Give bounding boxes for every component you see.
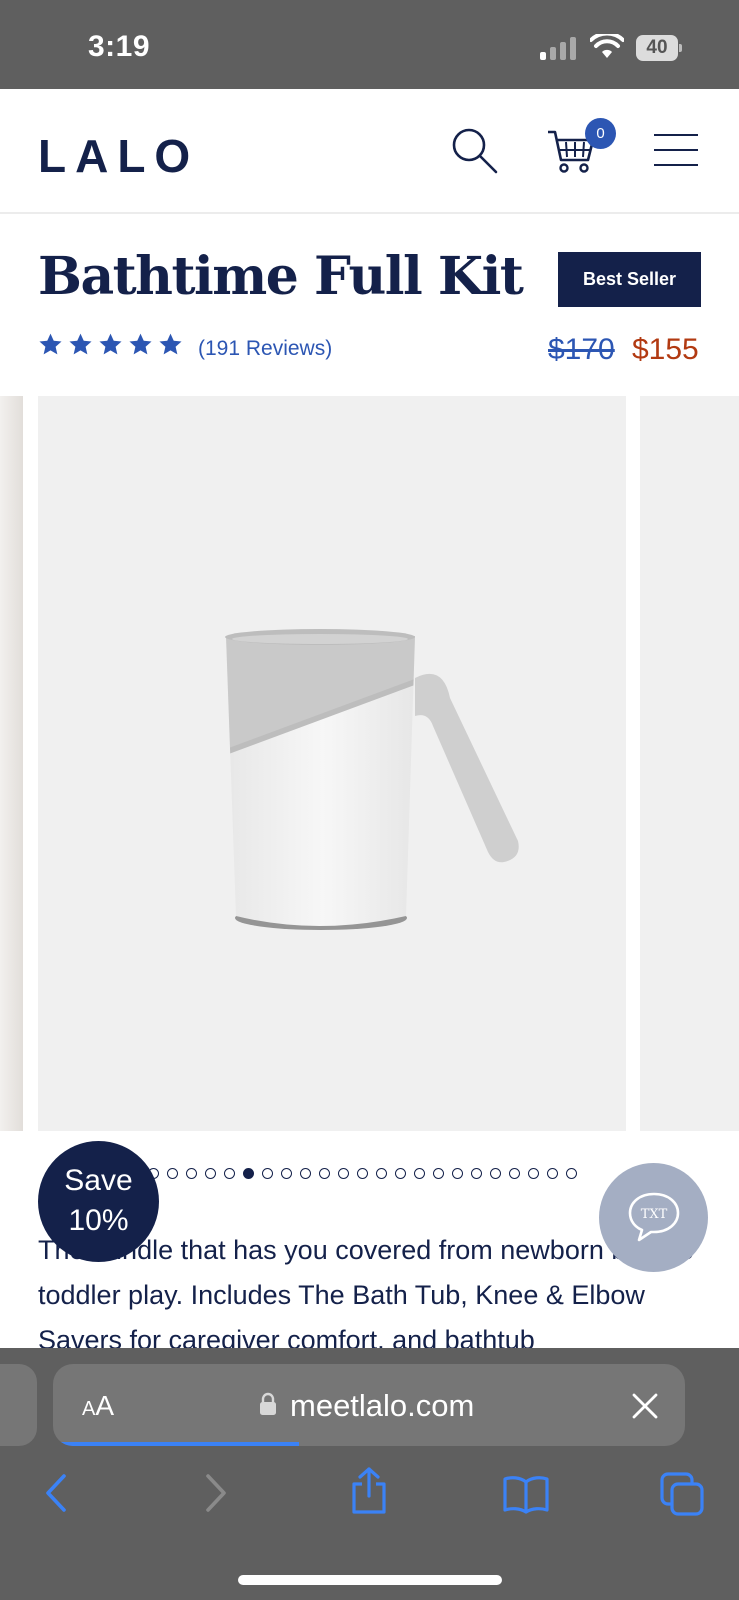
pagination-dot[interactable] <box>414 1168 425 1179</box>
previous-tab-preview[interactable] <box>0 1364 37 1446</box>
save-promo-badge[interactable]: Save 10% <box>38 1141 159 1262</box>
status-time: 3:19 <box>88 30 151 63</box>
save-promo-line1: Save <box>64 1164 133 1197</box>
url-text: meetlalo.com <box>290 1388 475 1423</box>
reader-options-button[interactable]: AA <box>82 1390 114 1422</box>
pagination-dot[interactable] <box>338 1168 349 1179</box>
pagination-dot[interactable] <box>395 1168 406 1179</box>
lalo-logo[interactable]: LALO <box>38 129 199 183</box>
star-icon <box>39 333 62 355</box>
pagination-dot[interactable] <box>319 1168 330 1179</box>
forward-chevron-icon[interactable] <box>200 1472 230 1514</box>
product-title: Bathtime Full Kit <box>38 246 524 307</box>
pagination-dot[interactable] <box>262 1168 273 1179</box>
star-icon <box>99 333 122 355</box>
close-icon[interactable] <box>631 1392 659 1420</box>
gallery-pagination[interactable] <box>148 1168 577 1179</box>
site-header: LALO 0 <box>0 89 739 214</box>
search-icon[interactable] <box>450 126 500 176</box>
pagination-dot[interactable] <box>547 1168 558 1179</box>
gallery-next-slide[interactable] <box>640 396 739 1131</box>
best-seller-badge: Best Seller <box>558 252 701 307</box>
cart-count-badge: 0 <box>585 118 616 149</box>
address-bar[interactable]: AA meetlalo.com <box>53 1364 685 1446</box>
text-chat-button[interactable]: TXT <box>599 1163 708 1272</box>
product-description: The bundle that has you covered from new… <box>38 1235 694 1355</box>
star-icon <box>129 333 152 355</box>
hamburger-menu-icon[interactable] <box>654 134 698 166</box>
cellular-signal-icon <box>540 36 576 60</box>
star-icon <box>69 333 92 355</box>
pagination-dot[interactable] <box>300 1168 311 1179</box>
chat-bubble-icon: TXT <box>628 1192 680 1242</box>
save-promo-line2: 10% <box>68 1204 129 1237</box>
product-cup-image <box>225 629 519 930</box>
pagination-dot[interactable] <box>205 1168 216 1179</box>
pagination-dot[interactable] <box>376 1168 387 1179</box>
pagination-dot[interactable] <box>243 1168 254 1179</box>
chat-label: TXT <box>641 1207 668 1222</box>
pagination-dot[interactable] <box>433 1168 444 1179</box>
wifi-icon <box>590 34 624 58</box>
pagination-dot[interactable] <box>281 1168 292 1179</box>
battery-level: 40 <box>636 35 678 61</box>
pagination-dot[interactable] <box>357 1168 368 1179</box>
browser-toolbar: AA meetlalo.com <box>0 1348 739 1600</box>
rating-stars[interactable] <box>38 332 183 357</box>
pagination-dot[interactable] <box>490 1168 501 1179</box>
back-chevron-icon[interactable] <box>42 1472 72 1514</box>
pagination-dot[interactable] <box>167 1168 178 1179</box>
share-icon[interactable] <box>348 1466 390 1516</box>
sale-price: $155 <box>632 333 699 366</box>
bookmarks-icon[interactable] <box>502 1474 550 1514</box>
pagination-dot[interactable] <box>471 1168 482 1179</box>
pagination-dot[interactable] <box>509 1168 520 1179</box>
battery-icon: 40 <box>636 35 682 61</box>
reviews-link[interactable]: (191 Reviews) <box>198 337 332 361</box>
aa-small: A <box>82 1398 96 1420</box>
pagination-dot[interactable] <box>186 1168 197 1179</box>
star-icon <box>159 333 182 355</box>
tabs-icon[interactable] <box>660 1472 704 1516</box>
pagination-dot[interactable] <box>224 1168 235 1179</box>
pagination-dot[interactable] <box>566 1168 577 1179</box>
pagination-dot[interactable] <box>452 1168 463 1179</box>
page-load-progress <box>53 1442 300 1446</box>
original-price: $170 <box>548 333 615 366</box>
lock-icon <box>260 1392 276 1415</box>
gallery-previous-slide[interactable] <box>0 396 23 1131</box>
pagination-dot[interactable] <box>528 1168 539 1179</box>
gallery-current-slide[interactable] <box>38 396 626 1131</box>
home-indicator[interactable] <box>238 1575 502 1585</box>
status-bar: 3:19 40 <box>0 0 739 89</box>
